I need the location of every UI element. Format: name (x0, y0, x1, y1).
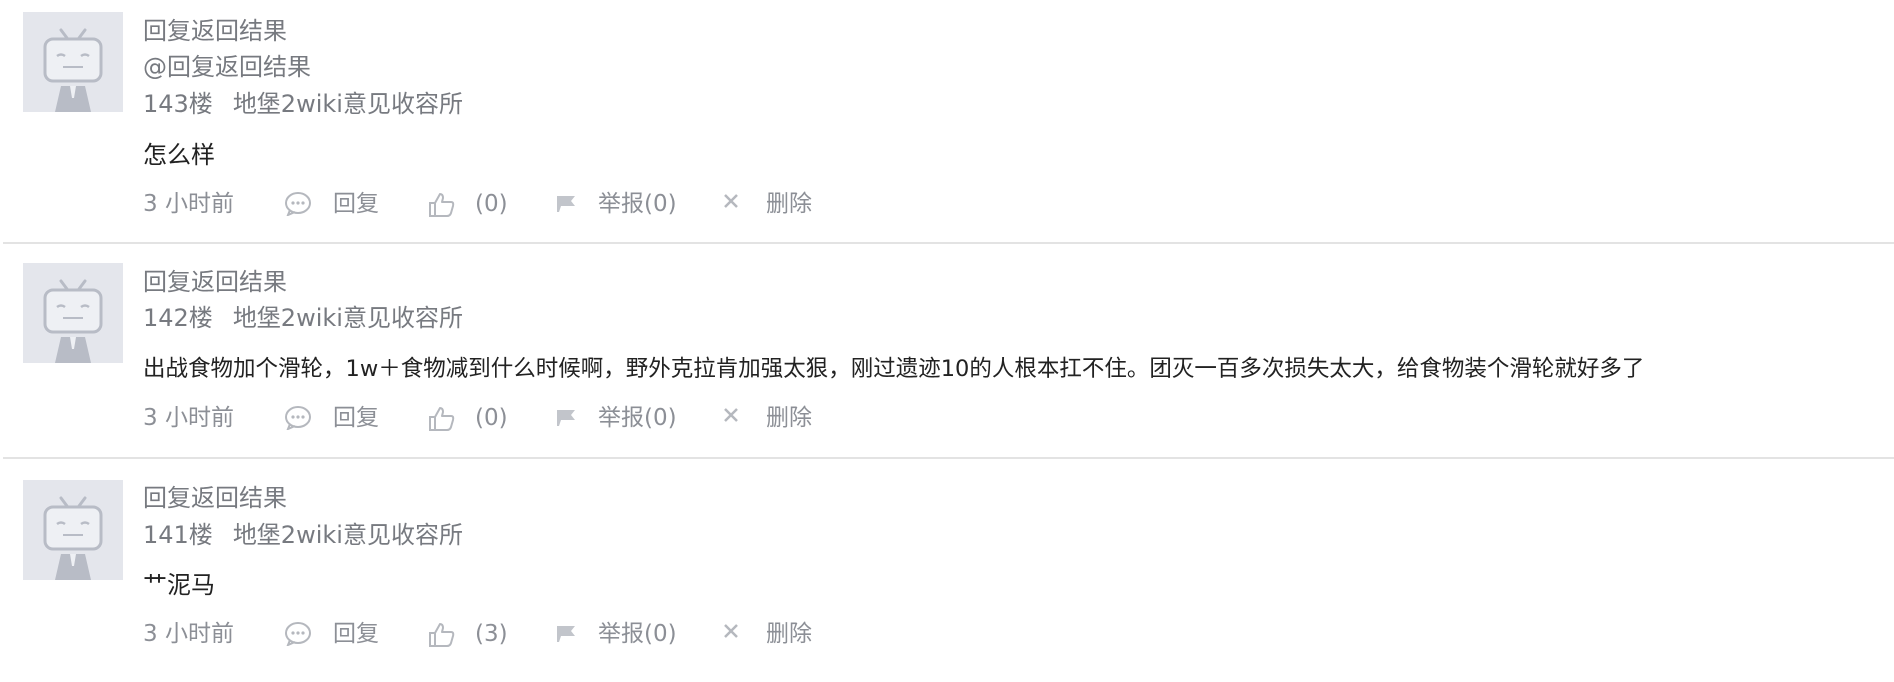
timestamp: 3 小时前 (143, 621, 234, 647)
flag-icon[interactable] (553, 192, 581, 216)
comment-actions: 3 小时前 回复 (3) 举报(0) 删除 (143, 616, 843, 652)
like-count[interactable]: (3) (475, 616, 508, 652)
close-icon[interactable] (720, 192, 748, 216)
floor-info: 143楼 地堡2wiki意见收容所 (143, 88, 463, 120)
close-icon[interactable] (720, 406, 748, 430)
thumbs-up-icon[interactable] (428, 192, 456, 217)
chat-bubble-icon[interactable] (284, 192, 312, 216)
comment-item: 回复返回结果 @回复返回结果 143楼 地堡2wiki意见收容所 怎么样 3 小时… (0, 0, 1894, 243)
source-page-link[interactable]: 地堡2wiki意见收容所 (233, 521, 463, 549)
comment-actions: 3 小时前 回复 (0) 举报(0) 删除 (143, 400, 843, 436)
reply-button[interactable]: 回复 (333, 186, 379, 222)
report-button[interactable]: 举报(0) (598, 400, 677, 436)
comment-content: 艹泥马 (143, 571, 215, 599)
delete-button[interactable]: 删除 (766, 616, 812, 652)
comment-content: 怎么样 (143, 141, 215, 169)
author-name[interactable]: 回复返回结果 (143, 482, 287, 514)
reply-button[interactable]: 回复 (333, 616, 379, 652)
reply-button[interactable]: 回复 (333, 400, 379, 436)
default-tv-avatar-icon (43, 28, 103, 112)
floor-number: 142楼 (143, 304, 213, 332)
floor-number: 143楼 (143, 90, 213, 118)
source-page-link[interactable]: 地堡2wiki意见收容所 (233, 304, 463, 332)
comment-item: 回复返回结果 142楼 地堡2wiki意见收容所 出战食物加个滑轮，1w＋食物减到… (0, 243, 1894, 459)
avatar[interactable] (23, 12, 123, 112)
reply-mention[interactable]: @回复返回结果 (143, 51, 311, 83)
report-button[interactable]: 举报(0) (598, 616, 677, 652)
comment-content: 出战食物加个滑轮，1w＋食物减到什么时候啊，野外克拉肯加强太狠，刚过遗迹10的人… (143, 356, 1645, 382)
floor-info: 142楼 地堡2wiki意见收容所 (143, 302, 463, 334)
comment-actions: 3 小时前 回复 (0) 举报(0) 删除 (143, 186, 843, 222)
timestamp: 3 小时前 (143, 191, 234, 217)
floor-number: 141楼 (143, 521, 213, 549)
source-page-link[interactable]: 地堡2wiki意见收容所 (233, 90, 463, 118)
author-name[interactable]: 回复返回结果 (143, 266, 287, 298)
delete-button[interactable]: 删除 (766, 186, 812, 222)
chat-bubble-icon[interactable] (284, 406, 312, 430)
flag-icon[interactable] (553, 622, 581, 646)
timestamp: 3 小时前 (143, 405, 234, 431)
flag-icon[interactable] (553, 406, 581, 430)
author-name[interactable]: 回复返回结果 (143, 15, 287, 47)
report-button[interactable]: 举报(0) (598, 186, 677, 222)
floor-info: 141楼 地堡2wiki意见收容所 (143, 519, 463, 551)
avatar[interactable] (23, 480, 123, 580)
chat-bubble-icon[interactable] (284, 622, 312, 646)
comment-item: 回复返回结果 141楼 地堡2wiki意见收容所 艹泥马 3 小时前 回复 (3)… (0, 459, 1894, 682)
default-tv-avatar-icon (43, 279, 103, 363)
like-count[interactable]: (0) (475, 186, 508, 222)
avatar[interactable] (23, 263, 123, 363)
close-icon[interactable] (720, 622, 748, 646)
thumbs-up-icon[interactable] (428, 406, 456, 431)
default-tv-avatar-icon (43, 496, 103, 580)
delete-button[interactable]: 删除 (766, 400, 812, 436)
like-count[interactable]: (0) (475, 400, 508, 436)
thumbs-up-icon[interactable] (428, 622, 456, 647)
